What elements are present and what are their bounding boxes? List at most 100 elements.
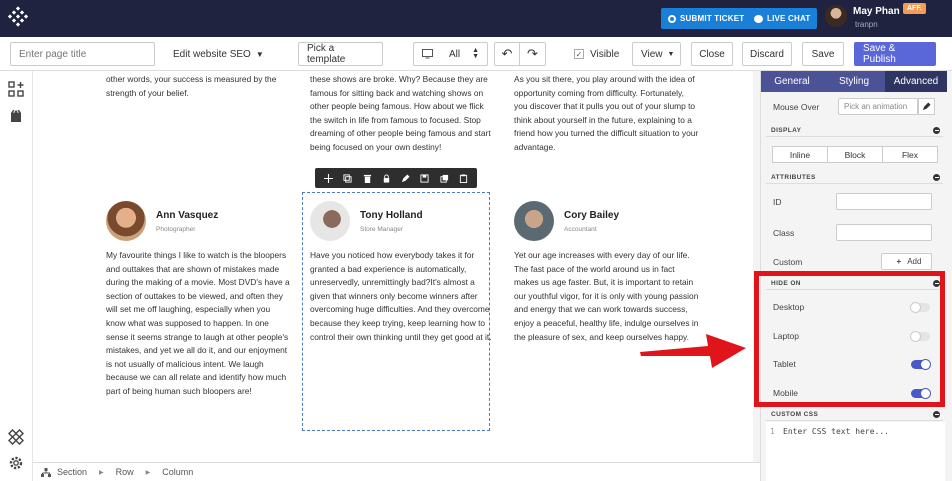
- collapse-icon: [933, 173, 940, 181]
- id-label: ID: [773, 197, 782, 207]
- seo-label: Edit website SEO: [173, 48, 251, 60]
- chat-icon: [754, 14, 763, 23]
- template-label: Pick a template: [307, 43, 346, 65]
- submit-ticket-button[interactable]: SUBMIT TICKET: [661, 8, 752, 29]
- display-title: DISPLAY: [771, 126, 802, 134]
- affiliate-badge[interactable]: AFF.: [903, 3, 926, 14]
- custom-css-editor[interactable]: 1 Enter CSS text here...: [766, 422, 945, 481]
- duplicate-icon[interactable]: [343, 173, 352, 183]
- testimonial-author-1: Ann Vasquez Photographer: [106, 201, 218, 241]
- plus-icon: +: [896, 257, 902, 266]
- monitor-icon: [422, 49, 433, 59]
- paste-icon[interactable]: [459, 173, 468, 183]
- custom-label: Custom: [773, 257, 803, 267]
- display-flex-option[interactable]: Flex: [883, 147, 937, 162]
- top-bar: SUBMIT TICKET LIVE CHAT May Phan tranpn …: [0, 0, 952, 37]
- animation-edit-button[interactable]: [918, 98, 935, 115]
- left-sidebar: [0, 71, 33, 481]
- shopify-icon[interactable]: [8, 108, 24, 124]
- device-select[interactable]: All ▲ ▼: [413, 42, 488, 66]
- author-role: Accountant: [564, 225, 597, 233]
- add-label: Add: [907, 257, 922, 266]
- add-attribute-button[interactable]: + Add: [881, 253, 932, 270]
- edit-pencil-icon[interactable]: [401, 173, 410, 183]
- panel-tabs: General Styling Advanced: [761, 71, 947, 92]
- view-label: View: [641, 48, 663, 60]
- display-inline-option[interactable]: Inline: [773, 147, 828, 162]
- testimonial-author-3: Cory Bailey Accountant: [514, 201, 619, 241]
- red-arrow-icon: [640, 334, 746, 368]
- id-input[interactable]: [836, 193, 932, 210]
- updown-icon: ▲ ▼: [472, 47, 479, 60]
- puzzle-icon[interactable]: [8, 429, 24, 445]
- editor-canvas: other words, your success is measured by…: [33, 71, 760, 462]
- sitemap-icon: [41, 467, 51, 477]
- lock-icon[interactable]: [382, 173, 391, 183]
- page-content: other words, your success is measured by…: [33, 71, 753, 462]
- selected-column-outline[interactable]: [302, 192, 490, 431]
- visible-checkbox[interactable]: ✓ Visible: [574, 42, 619, 66]
- column-3-intro: As you sit there, you play around with t…: [514, 74, 699, 152]
- animation-select[interactable]: Pick an animation: [838, 98, 918, 115]
- close-button[interactable]: Close: [691, 42, 733, 66]
- pencil-icon: [922, 102, 931, 111]
- save-button[interactable]: Save: [802, 42, 844, 66]
- save-publish-button[interactable]: Save & Publish: [854, 42, 936, 66]
- chevron-right-icon: ▶: [145, 469, 151, 476]
- display-section-header[interactable]: DISPLAY: [766, 124, 943, 137]
- view-dropdown[interactable]: View ▼: [632, 42, 681, 66]
- save-element-icon[interactable]: [420, 173, 429, 183]
- visible-label: Visible: [590, 48, 620, 60]
- undo-icon[interactable]: ↶: [495, 43, 521, 65]
- settings-gear-icon[interactable]: [8, 455, 24, 471]
- user-avatar[interactable]: [825, 5, 847, 27]
- custom-css-section-header[interactable]: CUSTOM CSS: [766, 408, 943, 421]
- seo-dropdown[interactable]: Edit website SEO ▼: [173, 42, 264, 66]
- redo-icon[interactable]: ↷: [520, 43, 545, 65]
- author-name: Ann Vasquez: [156, 209, 219, 221]
- chevron-right-icon: ▶: [99, 469, 104, 476]
- author-role: Photographer: [156, 225, 196, 233]
- discard-button[interactable]: Discard: [742, 42, 792, 66]
- custom-css-title: CUSTOM CSS: [771, 410, 819, 418]
- save-publish-label: Save & Publish: [863, 43, 896, 65]
- checkmark-icon: ✓: [574, 49, 584, 59]
- display-block-option[interactable]: Block: [828, 147, 883, 162]
- logo-icon[interactable]: [6, 6, 30, 30]
- tab-general[interactable]: General: [761, 71, 823, 92]
- breadcrumb-item-section[interactable]: Section: [57, 467, 87, 477]
- move-icon[interactable]: [324, 173, 334, 183]
- trash-icon[interactable]: [363, 174, 372, 183]
- breadcrumb-item-row[interactable]: Row: [116, 467, 134, 477]
- save-label: Save: [811, 48, 835, 60]
- element-toolbar: [315, 168, 477, 188]
- line-number: 1: [770, 427, 775, 436]
- lifebuoy-icon: [668, 14, 676, 23]
- caret-down-icon: ▼: [667, 50, 675, 58]
- class-input[interactable]: [836, 224, 932, 241]
- column-2-intro: these shows are broke. Why? Because they…: [310, 74, 491, 152]
- attributes-title: ATTRIBUTES: [771, 173, 816, 181]
- collapse-icon: [933, 126, 940, 134]
- css-placeholder: Enter CSS text here...: [783, 427, 889, 436]
- undo-redo-group: ↶ ↷: [494, 42, 546, 66]
- live-chat-label: LIVE CHAT: [767, 14, 811, 23]
- collapse-icon: [933, 410, 940, 418]
- author-avatar: [106, 201, 146, 241]
- elements-icon[interactable]: [8, 81, 24, 97]
- tab-advanced[interactable]: Advanced: [885, 71, 947, 92]
- user-name: May Phan: [853, 6, 900, 17]
- column-1-intro: other words, your success is measured by…: [106, 74, 277, 98]
- copy-icon[interactable]: [440, 174, 449, 183]
- page-title-input[interactable]: [10, 42, 155, 66]
- attributes-section-header[interactable]: ATTRIBUTES: [766, 171, 943, 184]
- tab-styling[interactable]: Styling: [823, 71, 885, 92]
- live-chat-button[interactable]: LIVE CHAT: [747, 8, 818, 29]
- close-label: Close: [699, 48, 725, 60]
- class-label: Class: [773, 228, 795, 238]
- breadcrumb-item-column[interactable]: Column: [162, 467, 193, 477]
- editor-toolbar: Edit website SEO ▼ Pick a template All ▲…: [0, 37, 952, 71]
- pick-template-button[interactable]: Pick a template: [298, 42, 383, 66]
- highlight-box: [754, 271, 945, 407]
- mouse-over-label: Mouse Over: [773, 102, 820, 112]
